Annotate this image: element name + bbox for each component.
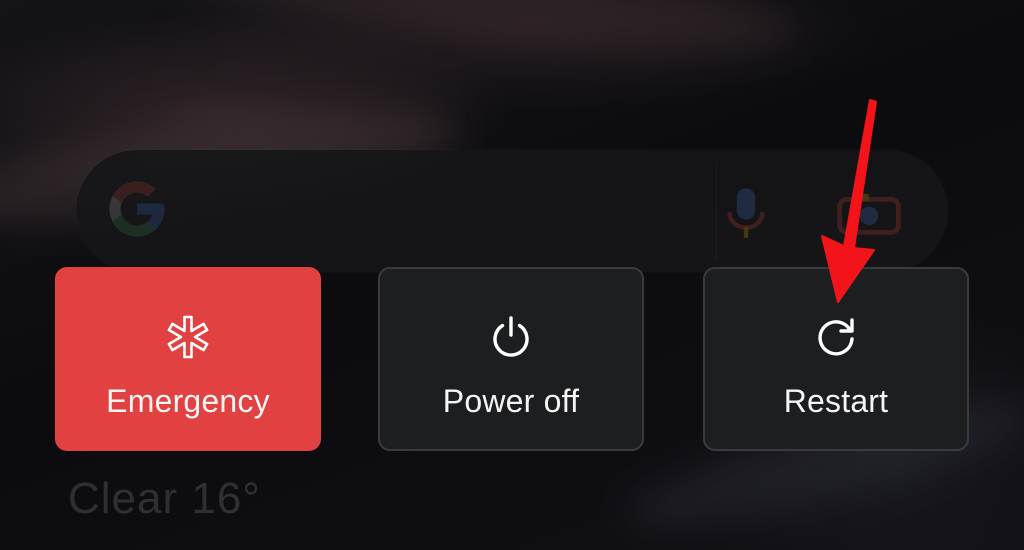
google-g-icon — [109, 181, 165, 237]
power-menu-screen: Emergency Power off Restart Clear 16° — [0, 0, 1024, 550]
power-icon — [493, 316, 529, 357]
search-divider — [716, 162, 717, 260]
restart-icon — [818, 318, 854, 356]
wallpaper-streak — [177, 0, 803, 73]
asterisk-medical-icon — [167, 315, 209, 359]
power-off-button[interactable]: Power off — [378, 267, 644, 451]
weather-text: Clear 16° — [68, 474, 261, 523]
microphone-icon — [727, 188, 765, 238]
emergency-button[interactable]: Emergency — [55, 267, 321, 451]
power-off-label: Power off — [442, 383, 580, 419]
emergency-label: Emergency — [106, 383, 270, 419]
restart-label: Restart — [783, 383, 889, 419]
annotation-arrow-icon — [821, 99, 877, 303]
